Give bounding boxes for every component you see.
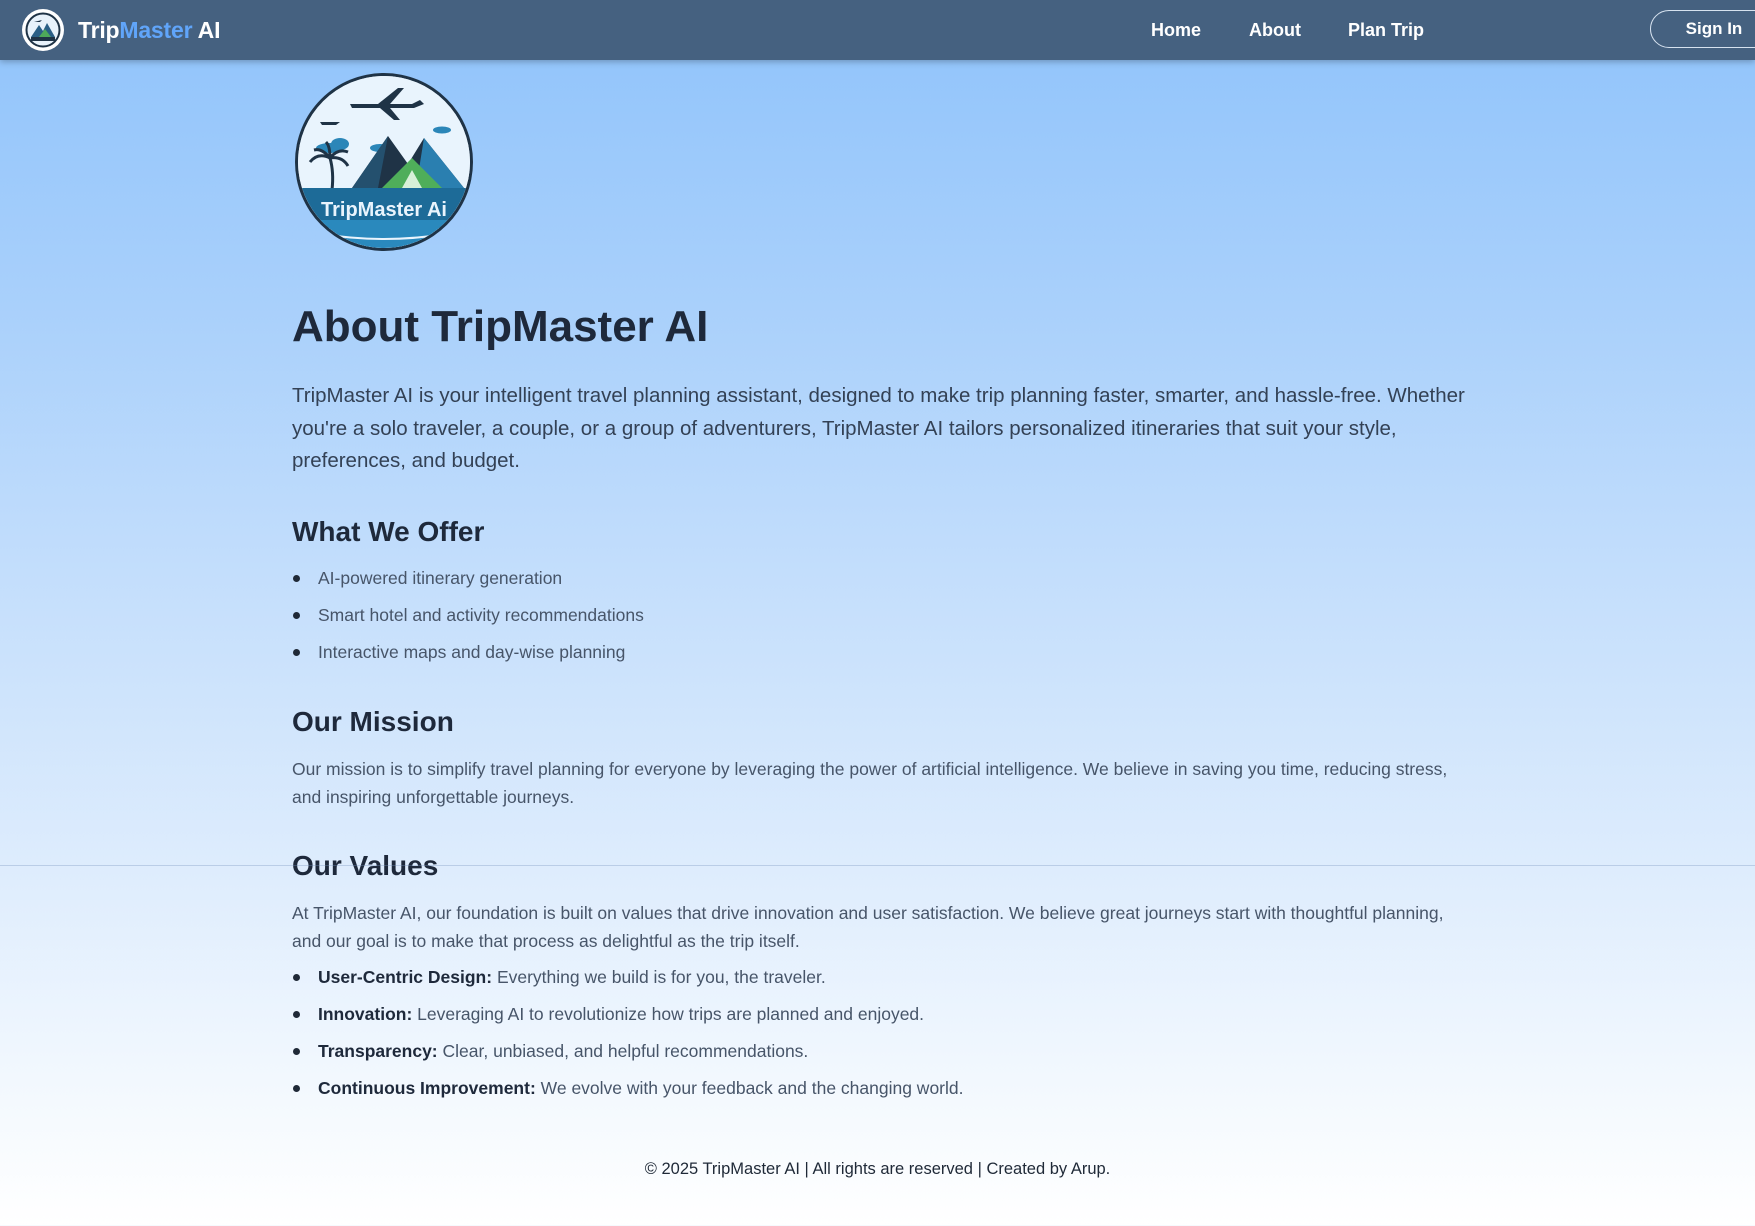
list-item: Continuous Improvement: We evolve with y… bbox=[292, 1076, 964, 1113]
nav-link-home[interactable]: Home bbox=[1151, 20, 1201, 41]
value-desc: Clear, unbiased, and helpful recommendat… bbox=[437, 1041, 809, 1061]
hero-logo: TripMaster Ai bbox=[292, 70, 476, 259]
value-term: Continuous Improvement: bbox=[318, 1078, 536, 1098]
values-heading: Our Values bbox=[292, 850, 439, 881]
bullet-dot bbox=[293, 612, 300, 619]
page-title: About TripMaster AI bbox=[292, 302, 709, 351]
bullet-dot bbox=[293, 1085, 300, 1092]
navbar: TripMaster AI Home About Plan Trip Sign … bbox=[0, 0, 1755, 60]
nav-link-about[interactable]: About bbox=[1249, 20, 1301, 41]
footer-text: © 2025 TripMaster AI | All rights are re… bbox=[644, 1160, 1111, 1178]
offer-item-text: Smart hotel and activity recommendations bbox=[318, 605, 644, 625]
list-item: Smart hotel and activity recommendations bbox=[292, 603, 644, 640]
list-item: User-Centric Design: Everything we build… bbox=[292, 965, 964, 1002]
value-term: User-Centric Design: bbox=[318, 967, 493, 987]
mission-heading: Our Mission bbox=[292, 706, 454, 737]
bullet-dot bbox=[293, 649, 300, 656]
nav-link-plan-trip[interactable]: Plan Trip bbox=[1348, 20, 1424, 41]
bullet-dot bbox=[293, 974, 300, 981]
mission-paragraph: Our mission is to simplify travel planni… bbox=[292, 759, 1448, 807]
bullet-dot bbox=[293, 575, 300, 582]
sign-in-button[interactable]: Sign In bbox=[1650, 10, 1755, 48]
list-item: AI-powered itinerary generation bbox=[292, 566, 644, 603]
value-term: Innovation: bbox=[318, 1004, 413, 1024]
bullet-dot bbox=[293, 1011, 300, 1018]
hero-logo-text: TripMaster Ai bbox=[321, 199, 447, 221]
values-paragraph: At TripMaster AI, our foundation is buil… bbox=[292, 903, 1444, 951]
values-list: User-Centric Design: Everything we build… bbox=[292, 965, 964, 1113]
value-desc: Everything we build is for you, the trav… bbox=[492, 967, 826, 987]
value-desc: We evolve with your feedback and the cha… bbox=[535, 1078, 964, 1098]
list-item: Interactive maps and day-wise planning bbox=[292, 640, 644, 677]
intro-paragraph: TripMaster AI is your intelligent travel… bbox=[292, 384, 1465, 472]
list-item: Transparency: Clear, unbiased, and helpf… bbox=[292, 1039, 964, 1076]
section-divider bbox=[0, 865, 1755, 866]
offer-list: AI-powered itinerary generation Smart ho… bbox=[292, 566, 644, 677]
list-item: Innovation: Leveraging AI to revolutioni… bbox=[292, 1002, 964, 1039]
offer-item-text: Interactive maps and day-wise planning bbox=[318, 642, 626, 662]
value-desc: Leveraging AI to revolutionize how trips… bbox=[412, 1004, 925, 1024]
offer-heading: What We Offer bbox=[292, 516, 485, 547]
bullet-dot bbox=[293, 1048, 300, 1055]
value-term: Transparency: bbox=[318, 1041, 438, 1061]
nav-links: Home About Plan Trip bbox=[0, 20, 1755, 44]
offer-item-text: AI-powered itinerary generation bbox=[318, 568, 563, 588]
